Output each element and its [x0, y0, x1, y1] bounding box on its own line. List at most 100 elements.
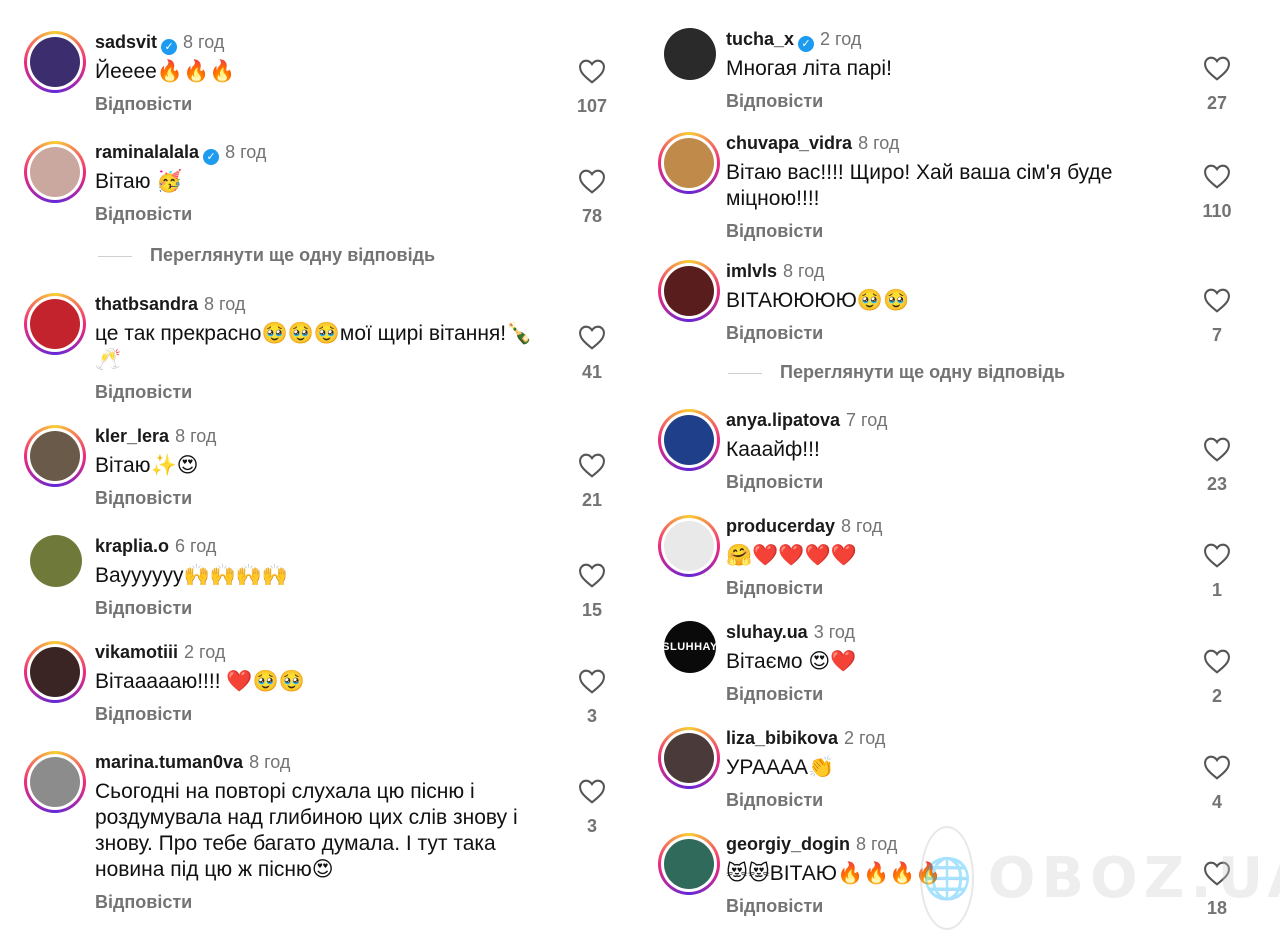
- username[interactable]: thatbsandra: [95, 294, 198, 314]
- like-area: 27: [1185, 56, 1249, 114]
- like-area: 23: [1185, 437, 1249, 495]
- watermark-text: OBOZ.UA: [987, 845, 1280, 911]
- timestamp: 8 год: [204, 294, 246, 314]
- comment-text: це так прекрасно🥹🥹🥹мої щирі вітання!🍾🥂: [95, 322, 533, 371]
- comment-text: Многая літа парі!: [726, 57, 892, 80]
- avatar[interactable]: [24, 31, 86, 93]
- username[interactable]: sadsvit: [95, 32, 157, 52]
- username[interactable]: kler_lera: [95, 426, 169, 446]
- reply-button[interactable]: Відповісти: [726, 90, 1196, 112]
- comment-text: Кааайф!!!: [726, 438, 820, 461]
- avatar-photo: [664, 521, 714, 571]
- reply-button[interactable]: Відповісти: [726, 322, 1196, 344]
- comment-text: Вітаємо 😍❤️: [726, 650, 857, 673]
- avatar-photo: [30, 299, 80, 349]
- heart-icon[interactable]: [1203, 755, 1231, 780]
- heart-icon[interactable]: [1203, 437, 1231, 462]
- like-area: 110: [1185, 164, 1249, 222]
- like-area: 3: [560, 779, 624, 837]
- heart-icon[interactable]: [578, 453, 606, 478]
- like-count: 110: [1202, 201, 1232, 221]
- timestamp: 8 год: [175, 426, 217, 446]
- username[interactable]: raminalalala: [95, 142, 199, 162]
- reply-button[interactable]: Відповісти: [95, 703, 555, 725]
- verified-badge-icon: ✓: [161, 39, 178, 55]
- reply-button[interactable]: Відповісти: [726, 471, 1196, 493]
- heart-icon[interactable]: [578, 669, 606, 694]
- avatar[interactable]: [24, 641, 86, 703]
- timestamp: 8 год: [249, 752, 291, 772]
- avatar[interactable]: [24, 293, 86, 355]
- heart-icon[interactable]: [1203, 56, 1231, 81]
- divider-line: [98, 255, 132, 257]
- avatar[interactable]: [658, 260, 720, 322]
- view-more-replies-button[interactable]: Переглянути ще одну відповідь: [728, 362, 1065, 383]
- verified-badge-icon: ✓: [203, 149, 220, 165]
- username[interactable]: imlvls: [726, 261, 777, 281]
- comment-text: 🤗❤️❤️❤️❤️: [726, 544, 857, 567]
- username[interactable]: chuvapa_vidra: [726, 133, 852, 153]
- comment-text: Вітаю вас!!!! Щиро! Хай ваша сім'я буде …: [726, 161, 1113, 210]
- avatar[interactable]: [658, 515, 720, 577]
- username[interactable]: anya.lipatova: [726, 410, 840, 430]
- view-more-replies-button[interactable]: Переглянути ще одну відповідь: [98, 245, 435, 266]
- avatar[interactable]: [30, 535, 82, 587]
- heart-icon[interactable]: [1203, 649, 1231, 674]
- avatar[interactable]: [658, 132, 720, 194]
- heart-icon[interactable]: [578, 563, 606, 588]
- comment-text: Йееее🔥🔥🔥: [95, 60, 236, 83]
- like-count: 3: [586, 816, 597, 836]
- heart-icon[interactable]: [1203, 543, 1231, 568]
- avatar-photo: [664, 266, 714, 316]
- reply-button[interactable]: Відповісти: [95, 203, 555, 225]
- timestamp: 2 год: [820, 29, 862, 49]
- timestamp: 8 год: [183, 32, 225, 52]
- like-count: 2: [1211, 686, 1222, 706]
- like-count: 15: [581, 600, 603, 620]
- like-area: 41: [560, 325, 624, 383]
- reply-button[interactable]: Відповісти: [95, 891, 555, 913]
- username[interactable]: sluhay.ua: [726, 622, 808, 642]
- timestamp: 2 год: [184, 642, 226, 662]
- reply-button[interactable]: Відповісти: [726, 789, 1196, 811]
- reply-button[interactable]: Відповісти: [95, 381, 555, 403]
- avatar[interactable]: [658, 727, 720, 789]
- like-count: 7: [1211, 325, 1222, 345]
- like-count: 1: [1211, 580, 1222, 600]
- heart-icon[interactable]: [1203, 164, 1231, 189]
- heart-icon[interactable]: [1203, 288, 1231, 313]
- comment-text: Вітаю 🥳: [95, 170, 183, 193]
- reply-button[interactable]: Відповісти: [726, 220, 1196, 242]
- username[interactable]: georgiy_dogin: [726, 834, 850, 854]
- timestamp: 6 год: [175, 536, 217, 556]
- avatar[interactable]: [24, 425, 86, 487]
- reply-button[interactable]: Відповісти: [726, 683, 1196, 705]
- timestamp: 8 год: [225, 142, 267, 162]
- reply-button[interactable]: Відповісти: [95, 597, 555, 619]
- username[interactable]: marina.tuman0va: [95, 752, 243, 772]
- avatar-photo: [30, 757, 80, 807]
- heart-icon[interactable]: [578, 325, 606, 350]
- like-area: 2: [1185, 649, 1249, 707]
- username[interactable]: kraplia.o: [95, 536, 169, 556]
- reply-button[interactable]: Відповісти: [95, 487, 555, 509]
- username[interactable]: tucha_x: [726, 29, 794, 49]
- reply-button[interactable]: Відповісти: [726, 577, 1196, 599]
- avatar[interactable]: SLUHHAY: [664, 621, 716, 673]
- username[interactable]: vikamotiii: [95, 642, 178, 662]
- like-count: 41: [581, 362, 603, 382]
- avatar[interactable]: [24, 141, 86, 203]
- avatar[interactable]: [658, 409, 720, 471]
- username[interactable]: liza_bibikova: [726, 728, 838, 748]
- watermark: 🌐 OBOZ.UA: [920, 818, 1280, 938]
- heart-icon[interactable]: [578, 779, 606, 804]
- username[interactable]: producerday: [726, 516, 835, 536]
- timestamp: 8 год: [841, 516, 883, 536]
- heart-icon[interactable]: [578, 169, 606, 194]
- avatar[interactable]: [658, 833, 720, 895]
- comment-text: Сьогодні на повторі слухала цю пісню і р…: [95, 780, 518, 881]
- avatar[interactable]: [24, 751, 86, 813]
- heart-icon[interactable]: [578, 59, 606, 84]
- avatar[interactable]: [664, 28, 716, 80]
- reply-button[interactable]: Відповісти: [95, 93, 555, 115]
